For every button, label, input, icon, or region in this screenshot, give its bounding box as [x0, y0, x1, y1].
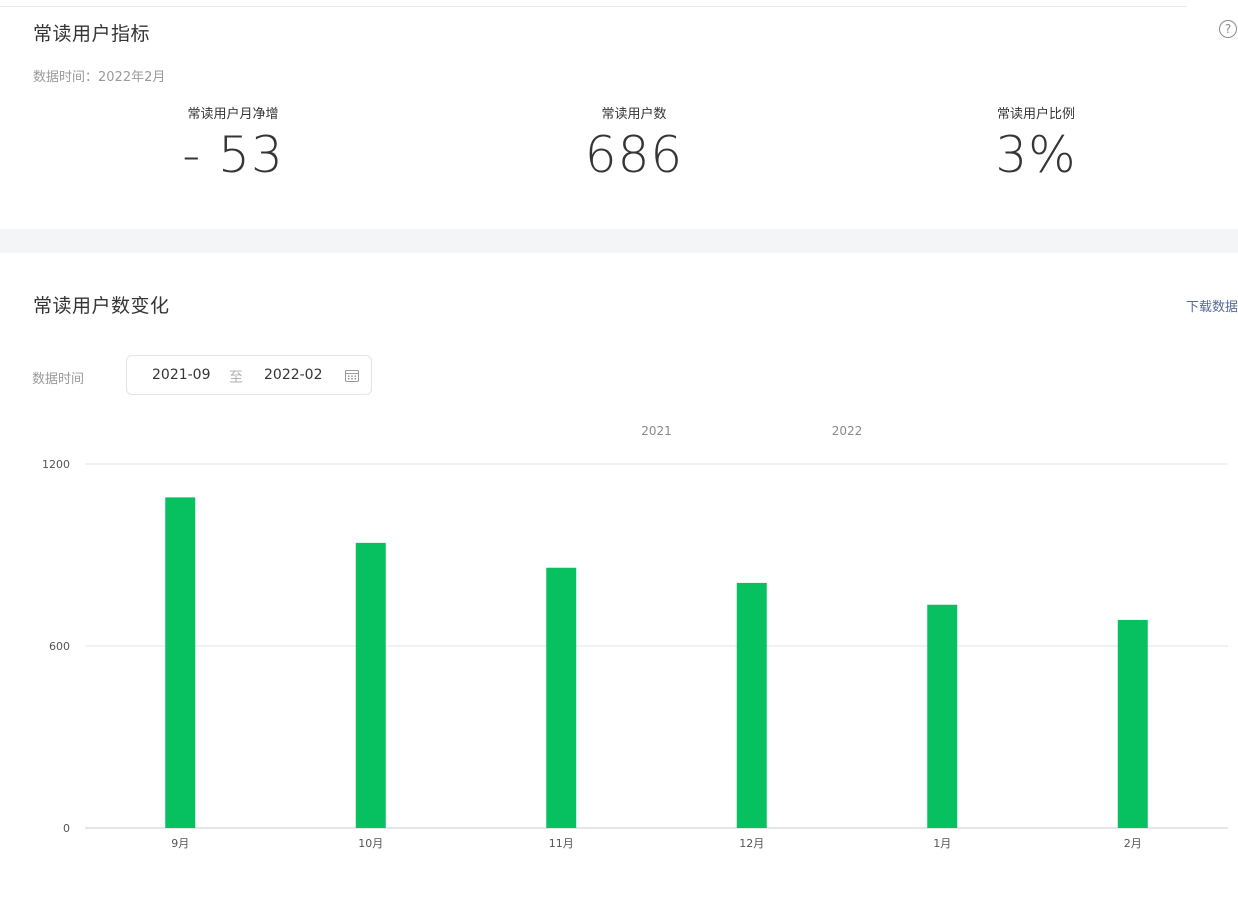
y-tick-label: 0: [63, 822, 70, 835]
metric-value: - 53: [182, 126, 284, 184]
bar: [1117, 619, 1148, 828]
bar: [546, 567, 577, 828]
section-gap: [0, 229, 1238, 253]
year-label: 2021: [641, 424, 672, 438]
y-tick-label: 600: [49, 640, 70, 653]
bar: [927, 604, 958, 828]
date-range-separator: 至: [229, 370, 243, 386]
x-tick-label: 2月: [1124, 837, 1142, 850]
bar: [355, 542, 386, 828]
metric-label: 常读用户数: [601, 107, 667, 122]
x-tick-label: 12月: [739, 837, 764, 850]
x-tick-label: 9月: [171, 837, 189, 850]
year-label: 2022: [832, 424, 863, 438]
date-range-picker[interactable]: 2021-09 至 2022-02: [126, 355, 372, 395]
metric-label: 常读用户比例: [996, 107, 1075, 122]
user-count-bar-chart: 0 600 1200 9月 10月 11月 12月 1月 2月 2021 2022: [42, 424, 1228, 850]
x-tick-label: 1月: [933, 837, 951, 850]
date-end-input[interactable]: 2022-02: [264, 367, 323, 383]
x-tick-label: 10月: [358, 837, 383, 850]
x-tick-label: 11月: [549, 837, 574, 850]
calendar-icon[interactable]: [345, 369, 359, 382]
metric-user-count: 常读用户数 686: [484, 103, 784, 184]
data-time-value: 2022年2月: [98, 70, 166, 85]
date-filter-label: 数据时间: [32, 372, 85, 387]
metric-value: 3%: [995, 126, 1077, 184]
bar: [736, 582, 767, 828]
metric-user-ratio: 常读用户比例 3%: [886, 103, 1186, 184]
trend-title: 常读用户数变化: [33, 295, 170, 317]
metric-net-increase: 常读用户月净增 - 53: [83, 103, 383, 184]
metric-label: 常读用户月净增: [187, 107, 279, 122]
metric-value: 686: [584, 126, 684, 184]
data-time-label: 数据时间：: [33, 70, 99, 85]
download-data-link[interactable]: 下载数据: [1186, 296, 1238, 315]
bar: [165, 497, 196, 828]
y-tick-label: 1200: [42, 458, 70, 471]
question-circle-icon[interactable]: ?: [1219, 20, 1237, 38]
date-start-input[interactable]: 2021-09: [152, 367, 211, 383]
indicators-title: 常读用户指标: [33, 23, 151, 45]
indicators-data-time: 数据时间：2022年2月: [33, 66, 165, 85]
